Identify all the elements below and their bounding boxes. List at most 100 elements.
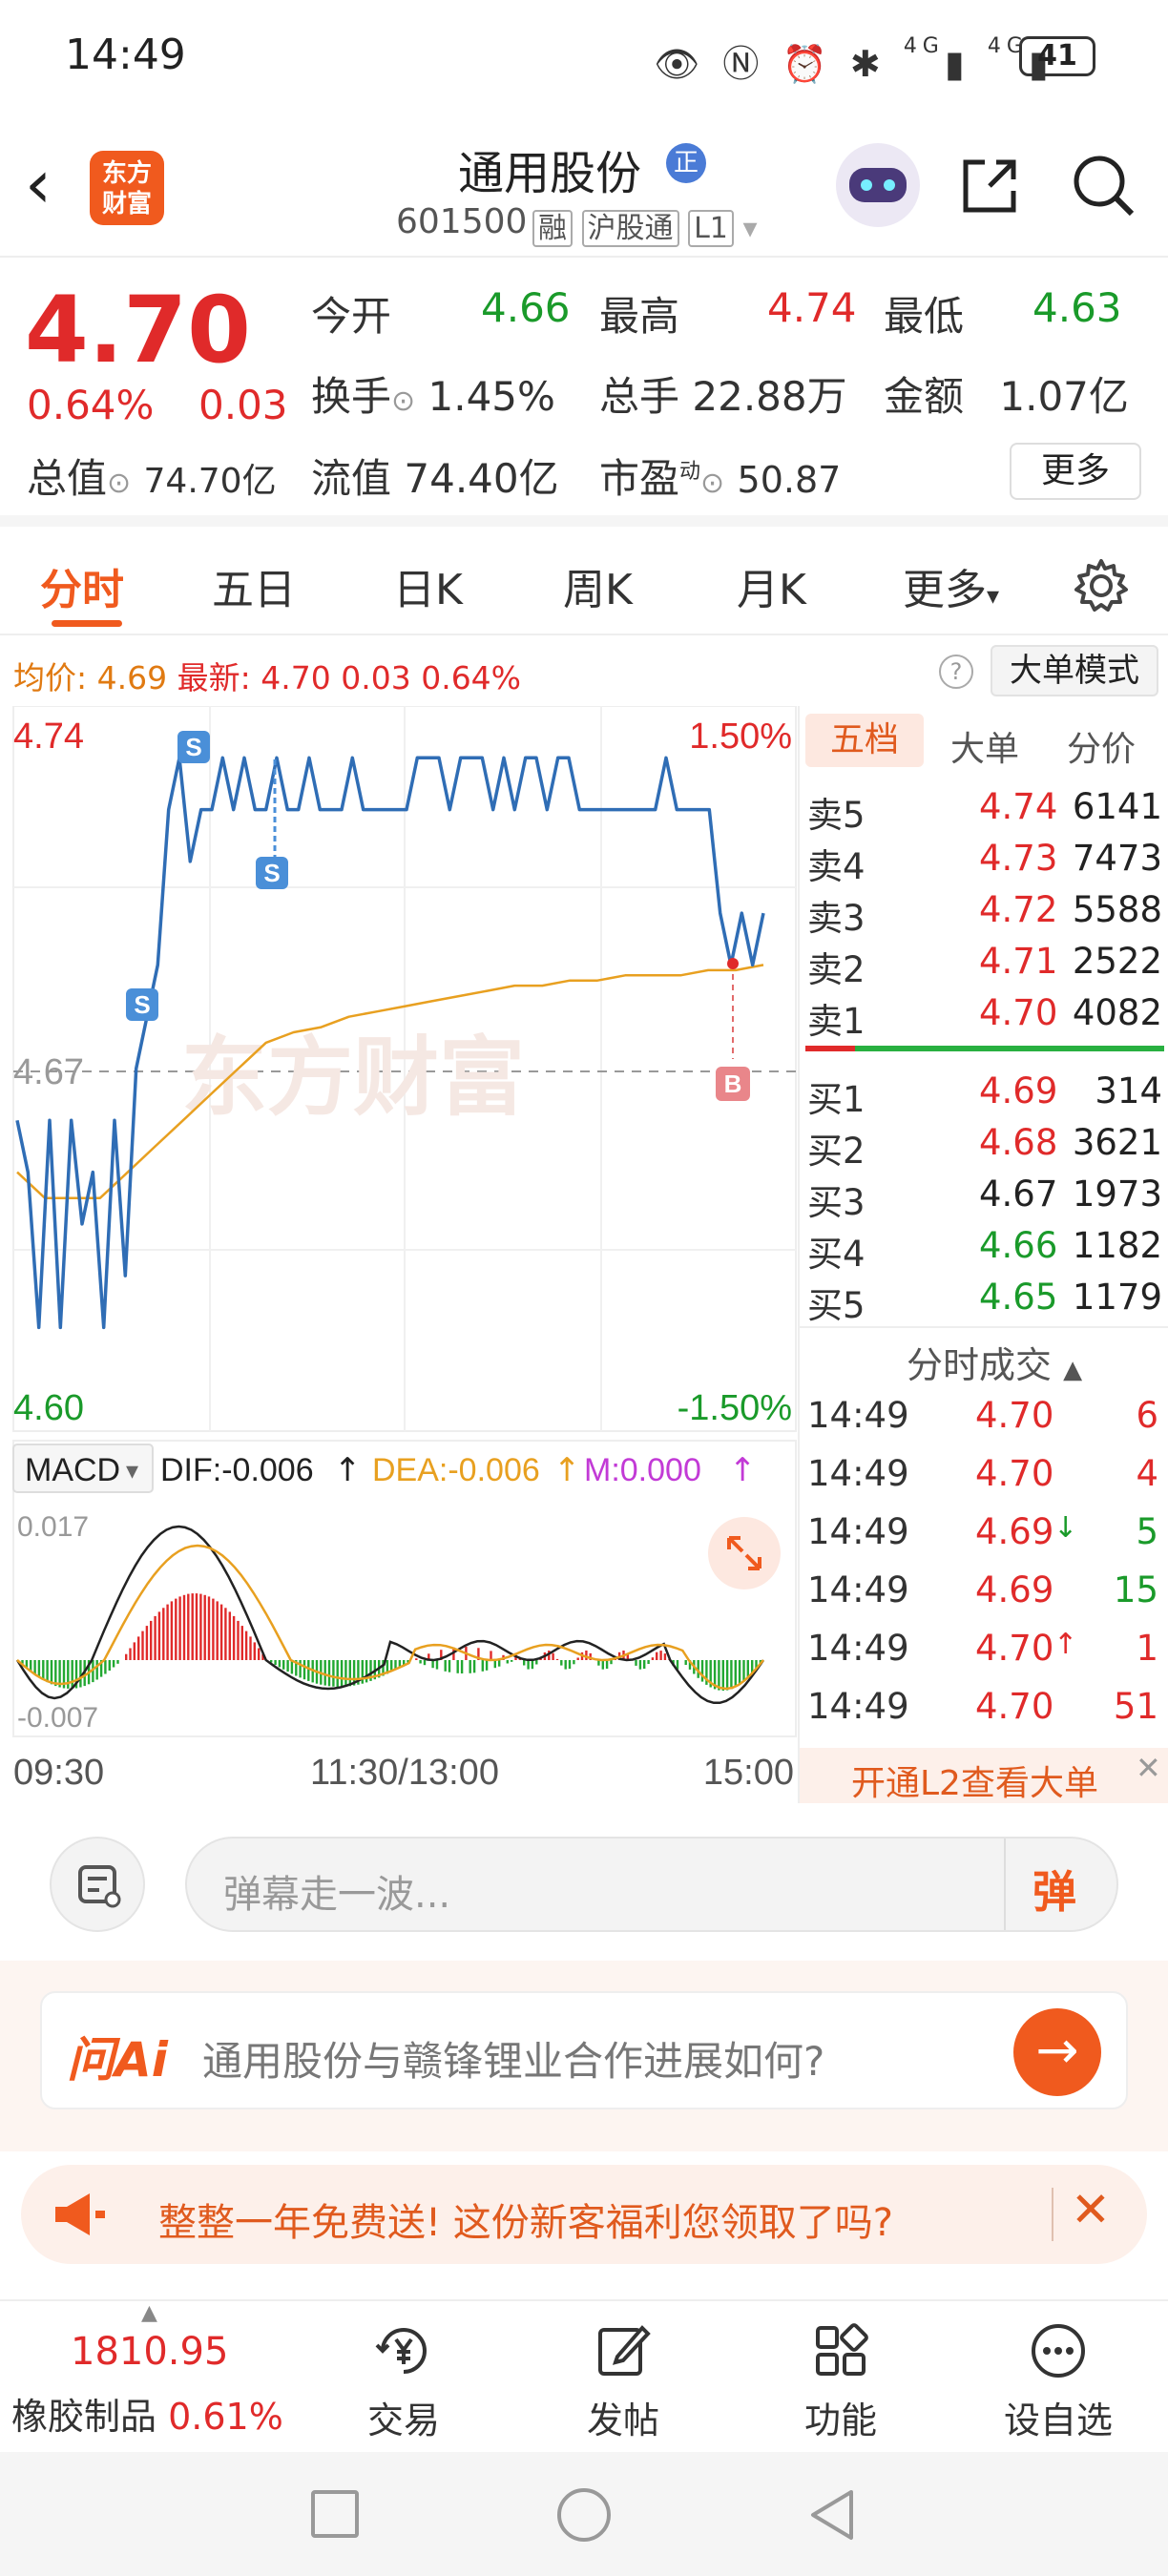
trade-time: 14:49 (807, 1453, 909, 1494)
avg-label: 均价: (13, 659, 88, 696)
info-icon-turnover[interactable]: ⊙ (391, 384, 415, 418)
nav-post[interactable]: 发帖 (542, 2320, 704, 2443)
info-icon-pe[interactable]: ⊙ (700, 467, 724, 500)
macd-bar (511, 1660, 513, 1662)
nav-trade-label: 交易 (366, 2399, 440, 2441)
ask-price: 4.70 (979, 992, 1058, 1033)
buy-marker-label: B (724, 1070, 742, 1098)
settings-gear-icon[interactable] (1073, 557, 1130, 614)
macd-bar (555, 1658, 559, 1660)
nav-trade[interactable]: 交易 (323, 2320, 485, 2443)
high-label: 最高 (599, 293, 680, 340)
open-value: 4.66 (481, 284, 571, 331)
app-logo: 东方财富 (90, 151, 164, 225)
macd-label: MACD (25, 1452, 120, 1488)
sell-marker-2-label: S (263, 859, 280, 887)
promo-banner[interactable]: 整整一年免费送! 这份新客福利您领取了吗? ✕ (0, 2151, 1168, 2285)
share-icon[interactable] (956, 153, 1023, 219)
bid-row[interactable]: 买1 4.69 314 (807, 1070, 1162, 1122)
ai-submit-arrow-icon[interactable]: → (1013, 2008, 1101, 2096)
trade-volume: 5 (1136, 1511, 1158, 1552)
tab-daily-k[interactable]: 日K (393, 555, 463, 616)
search-icon[interactable] (1069, 151, 1137, 219)
bid-price: 4.66 (979, 1225, 1058, 1266)
macd-bar (228, 1611, 231, 1660)
expand-button[interactable] (708, 1517, 781, 1589)
macd-bar (299, 1660, 302, 1678)
time-end-label: 15:00 (703, 1753, 794, 1793)
ai-question-section: 问Ai 通用股份与赣锋锂业合作进展如何? → (0, 1961, 1168, 2151)
home-icon[interactable] (557, 2488, 611, 2542)
help-icon[interactable]: ? (939, 654, 973, 689)
promo-text: 整整一年免费送! 这份新客福利您领取了吗? (158, 2201, 893, 2245)
ai-question-card[interactable]: 问Ai 通用股份与赣锋锂业合作进展如何? → (40, 1991, 1128, 2109)
danmu-input[interactable]: 弹幕走一波... 弹 (185, 1837, 1118, 1932)
more-button[interactable]: 更多 (1010, 443, 1141, 500)
macd-bar (33, 1660, 36, 1674)
tick-trade-row: 14:49 4.70 6 (807, 1395, 1162, 1446)
nav-add-watchlist[interactable]: 设自选 (977, 2320, 1139, 2443)
macd-bar (332, 1660, 335, 1687)
volume-label: 总手 (599, 373, 680, 420)
danmu-bar: 弹幕走一波... 弹 (0, 1808, 1168, 1961)
macd-bar (485, 1660, 489, 1671)
tab-five-day[interactable]: 五日 (212, 555, 296, 616)
promo-close-icon[interactable]: ✕ (1071, 2182, 1111, 2237)
bid-row[interactable]: 买3 4.67 1973 (807, 1174, 1162, 1225)
ask-row[interactable]: 卖5 4.74 6141 (807, 786, 1162, 838)
ask-row[interactable]: 卖2 4.71 2522 (807, 941, 1162, 992)
nav-functions[interactable]: 功能 (760, 2320, 922, 2443)
low-label: 最低 (884, 293, 965, 340)
macd-bottom-label: -0.007 (17, 1702, 98, 1734)
ai-robot-avatar[interactable] (836, 143, 920, 227)
big-order-mode-button[interactable]: 大单模式 (991, 645, 1158, 696)
macd-bar (725, 1660, 729, 1691)
ask-row[interactable]: 卖4 4.73 7473 (807, 838, 1162, 889)
latest-value: 4.70 (261, 659, 331, 696)
system-nav-bar (0, 2452, 1168, 2576)
trade-volume: 1 (1136, 1628, 1158, 1669)
ask-row[interactable]: 卖1 4.70 4082 (807, 992, 1162, 1044)
macd-bar (145, 1626, 149, 1660)
dropdown-icon[interactable]: ▾ (742, 212, 757, 245)
ask-label: 卖3 (807, 898, 866, 939)
ask-row[interactable]: 卖3 4.72 5588 (807, 889, 1162, 941)
macd-bar (282, 1660, 285, 1670)
close-banner-icon[interactable]: ✕ (1136, 1750, 1161, 1786)
tab-price-distribution[interactable]: 分价 (1067, 721, 1136, 771)
l2-upgrade-banner[interactable]: 开通L2查看大单 ✕ (800, 1748, 1168, 1803)
macd-bar (286, 1660, 289, 1672)
trade-price: 4.69 (975, 1511, 1054, 1552)
tab-more[interactable]: 更多▾ (903, 555, 999, 616)
bid-row[interactable]: 买4 4.66 1182 (807, 1225, 1162, 1277)
macd-bar (137, 1636, 140, 1660)
turnover-rate: 换手⊙ 1.45% (311, 364, 555, 423)
danmu-settings-button[interactable] (50, 1837, 145, 1932)
tab-monthly-k[interactable]: 月K (737, 555, 806, 616)
back-arrow-icon[interactable]: ‹ (25, 151, 52, 218)
avg-value: 4.69 (96, 659, 168, 696)
pct-low-label: -1.50% (678, 1388, 792, 1428)
tick-trade-row: 14:49 4.69 15 (807, 1569, 1162, 1621)
macd-bar (187, 1593, 190, 1660)
tab-five-level[interactable]: 五档 (805, 714, 924, 767)
bid-row[interactable]: 买5 4.65 1179 (807, 1277, 1162, 1328)
macd-bar (493, 1660, 496, 1669)
amount-label: 金额 (884, 373, 965, 420)
tab-big-order[interactable]: 大单 (950, 721, 1019, 771)
bid-row[interactable]: 买2 4.68 3621 (807, 1122, 1162, 1174)
macd-bar (232, 1615, 236, 1660)
index-info[interactable]: 橡胶制品 0.61% (11, 2387, 283, 2440)
bid-volume: 1182 (1072, 1225, 1162, 1266)
tab-weekly-k[interactable]: 周K (563, 555, 633, 616)
back-triangle-icon[interactable] (807, 2488, 857, 2542)
index-value[interactable]: 1810.95 (71, 2330, 228, 2374)
info-icon[interactable]: ⊙ (107, 467, 131, 500)
intraday-chart[interactable]: 东方财富 S S S B 4.74 4.67 4.60 1.50% -1.50%… (0, 706, 798, 1803)
danmu-settings-icon (78, 1865, 121, 1908)
tab-intraday[interactable]: 分时 (40, 555, 124, 616)
macd-bar (435, 1660, 439, 1670)
tick-trades-title[interactable]: 分时成交 ▲ (907, 1336, 1082, 1388)
recent-apps-icon[interactable] (311, 2490, 359, 2538)
danmu-toggle-icon[interactable]: 弹 (1032, 1858, 1076, 1921)
